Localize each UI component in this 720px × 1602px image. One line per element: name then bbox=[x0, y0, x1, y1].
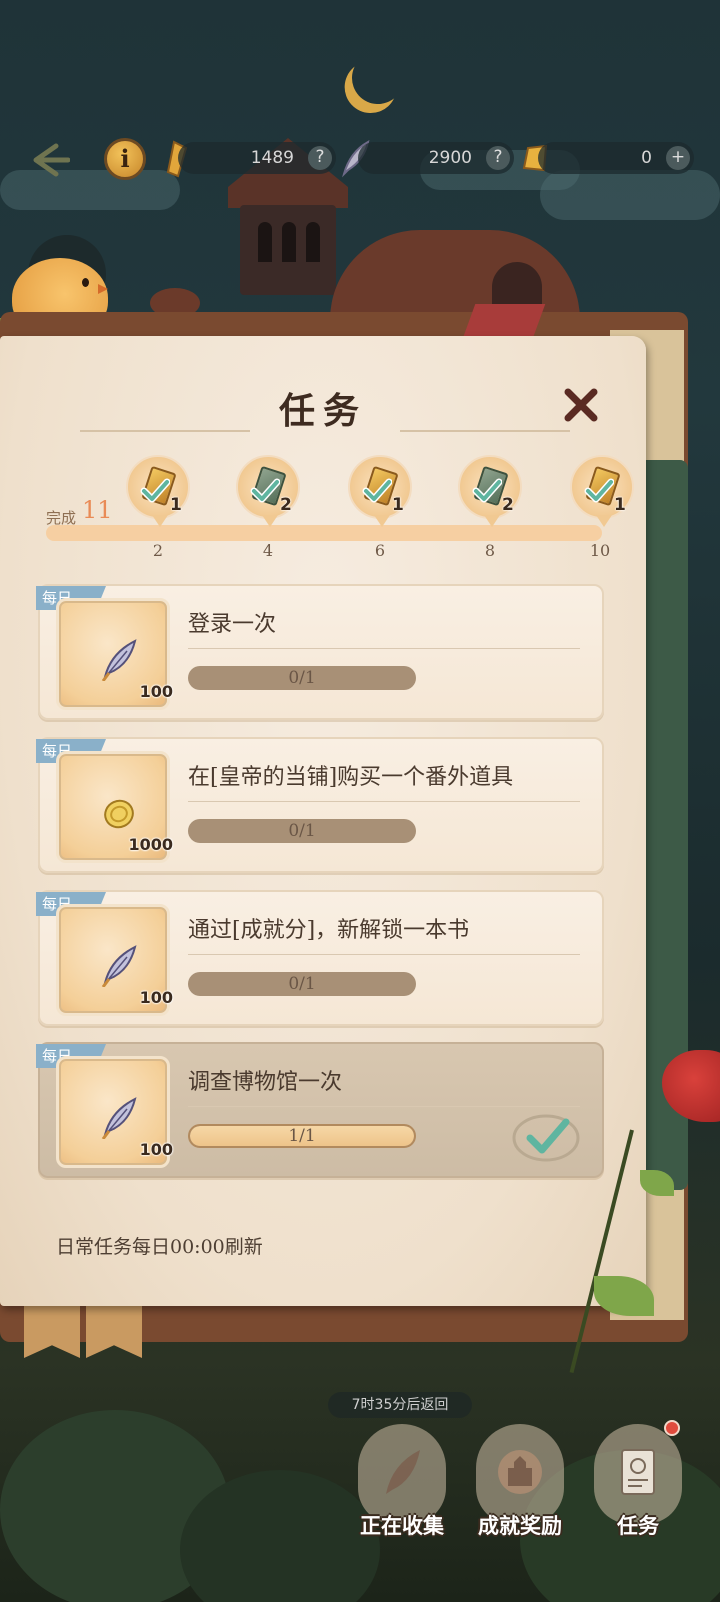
milestone-progress-bar bbox=[46, 525, 602, 541]
task-name: 通过[成就分]，新解锁一本书 bbox=[188, 918, 470, 943]
resource-help-button[interactable]: ? bbox=[486, 146, 510, 170]
task-divider bbox=[188, 954, 580, 955]
nav-label: 任务 bbox=[617, 1514, 659, 1538]
title-ornament bbox=[80, 430, 250, 432]
milestone-reward[interactable]: 2 bbox=[236, 455, 300, 527]
resource-value: 0 bbox=[641, 148, 652, 168]
back-button[interactable] bbox=[26, 140, 71, 180]
resource-help-button[interactable]: ? bbox=[308, 146, 332, 170]
task-divider bbox=[188, 1106, 580, 1107]
panel-title: 任务 bbox=[278, 390, 367, 432]
reward-amount: 1000 bbox=[128, 835, 173, 854]
reward-box: 100 bbox=[56, 598, 173, 710]
coin-icon bbox=[104, 799, 134, 829]
task-divider bbox=[188, 801, 580, 802]
task-progress-text: 1/1 bbox=[288, 1126, 316, 1146]
check-icon bbox=[140, 478, 170, 503]
task-progress-bar: 0/1 bbox=[188, 819, 416, 843]
milestone-reward[interactable]: 1 bbox=[348, 455, 412, 527]
info-button[interactable]: i bbox=[104, 138, 146, 180]
resource-value: 1489 bbox=[250, 148, 294, 168]
resource-value: 2900 bbox=[428, 148, 472, 168]
progress-tick-label: 8 bbox=[484, 541, 496, 560]
resource-bar-feather: 2900 ? bbox=[358, 142, 514, 174]
nav-label: 正在收集 bbox=[360, 1514, 444, 1538]
reward-amount: 100 bbox=[139, 1140, 173, 1159]
feather-icon bbox=[101, 639, 137, 681]
bookmark-ribbon bbox=[86, 1300, 142, 1358]
nav-tasks[interactable]: 任务 bbox=[584, 1418, 692, 1548]
check-icon bbox=[250, 478, 280, 503]
bird-beak bbox=[98, 284, 108, 294]
resource-add-button[interactable]: + bbox=[666, 146, 690, 170]
return-timer: 7时35分后返回 bbox=[328, 1392, 472, 1418]
nav-collecting[interactable]: 正在收集 bbox=[348, 1418, 456, 1548]
progress-tick-label: 2 bbox=[152, 541, 164, 560]
tower-window bbox=[306, 222, 320, 262]
milestone-qty: 1 bbox=[614, 495, 626, 515]
task-card[interactable]: 每日 1000 在[皇帝的当铺]购买一个番外道具 0/1 bbox=[36, 737, 604, 873]
title-ornament bbox=[400, 430, 570, 432]
reward-box: 100 bbox=[56, 904, 173, 1016]
quill-icon bbox=[386, 1450, 420, 1494]
task-progress-text: 0/1 bbox=[288, 668, 316, 688]
resource-bar-coin: 0 + bbox=[538, 142, 694, 174]
feather-icon bbox=[101, 1097, 137, 1139]
milestone-reward[interactable]: 1 bbox=[570, 455, 634, 527]
resource-bar-gold: 1489 ? bbox=[178, 142, 336, 174]
task-divider bbox=[188, 648, 580, 649]
bookmark-ribbon bbox=[24, 1300, 80, 1358]
close-button[interactable] bbox=[560, 384, 602, 426]
close-icon bbox=[564, 388, 598, 422]
milestone-qty: 2 bbox=[280, 495, 292, 515]
nav-achievements[interactable]: 成就奖励 bbox=[466, 1418, 574, 1548]
milestone-reward[interactable]: 2 bbox=[458, 455, 522, 527]
notification-badge bbox=[664, 1420, 680, 1436]
task-name: 在[皇帝的当铺]购买一个番外道具 bbox=[188, 765, 514, 790]
completed-check-icon bbox=[512, 1114, 580, 1162]
milestone-reward[interactable]: 1 bbox=[126, 455, 190, 527]
tower-window bbox=[258, 222, 272, 262]
task-card[interactable]: 每日 100 登录一次 0/1 bbox=[36, 584, 604, 720]
task-card[interactable]: 每日 100 调查博物馆一次 1/1 bbox=[36, 1042, 604, 1178]
feather-icon bbox=[101, 945, 137, 987]
moon-icon bbox=[345, 45, 412, 112]
task-name: 调查博物馆一次 bbox=[188, 1070, 343, 1095]
progress-tick-label: 6 bbox=[374, 541, 386, 560]
back-arrow-icon bbox=[33, 143, 71, 177]
bird-eye bbox=[82, 278, 89, 287]
check-icon bbox=[584, 478, 614, 503]
task-progress-text: 0/1 bbox=[288, 821, 316, 841]
task-progress-text: 0/1 bbox=[288, 974, 316, 994]
progress-tick-label: 10 bbox=[589, 541, 611, 560]
task-progress-bar: 1/1 bbox=[188, 1124, 416, 1148]
milestone-qty: 2 bbox=[502, 495, 514, 515]
check-icon bbox=[362, 478, 392, 503]
task-book-icon bbox=[621, 1449, 655, 1495]
task-name: 登录一次 bbox=[188, 612, 277, 637]
nav-label: 成就奖励 bbox=[478, 1514, 562, 1538]
done-count: 11 bbox=[82, 496, 113, 524]
task-progress-bar: 0/1 bbox=[188, 666, 416, 690]
reward-box: 100 bbox=[56, 1056, 173, 1168]
reward-amount: 100 bbox=[139, 988, 173, 1007]
reward-box: 1000 bbox=[56, 751, 173, 863]
task-card[interactable]: 每日 100 通过[成就分]，新解锁一本书 0/1 bbox=[36, 890, 604, 1026]
tower-window bbox=[282, 222, 296, 262]
check-icon bbox=[472, 478, 502, 503]
milestone-qty: 1 bbox=[392, 495, 404, 515]
milestone-qty: 1 bbox=[170, 495, 182, 515]
task-progress-bar: 0/1 bbox=[188, 972, 416, 996]
progress-tick-label: 4 bbox=[262, 541, 274, 560]
reward-amount: 100 bbox=[139, 682, 173, 701]
castle-seal-icon bbox=[498, 1450, 542, 1494]
refresh-note: 日常任务每日00:00刷新 bbox=[56, 1236, 263, 1258]
